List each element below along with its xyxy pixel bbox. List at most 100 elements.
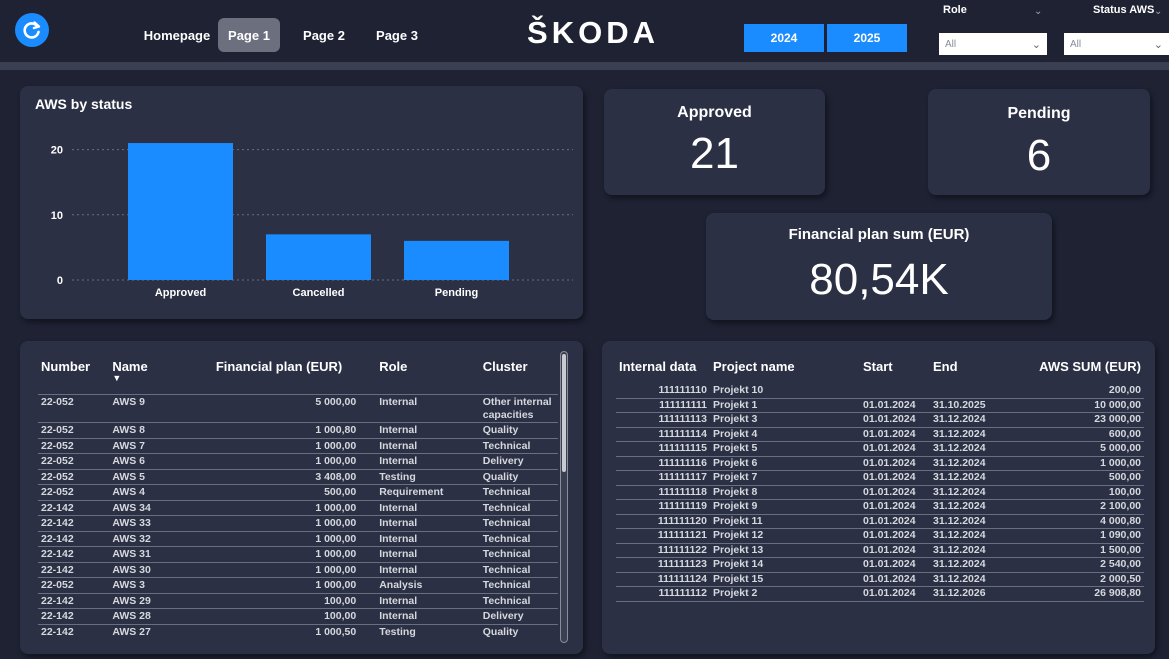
status-aws-filter-select[interactable]: All ⌄: [1064, 33, 1169, 55]
cell-name: AWS 34: [109, 499, 213, 516]
table-row[interactable]: 111111122 Projekt 13 01.01.2024 31.12.2024 1…: [616, 543, 1144, 558]
cell-internal-data: 111111122: [616, 543, 710, 558]
cell-cluster: Delivery: [479, 608, 558, 624]
column-header-name[interactable]: Name ▼: [109, 353, 213, 395]
nav-homepage[interactable]: Homepage: [142, 18, 212, 52]
cell-role: Internal: [376, 546, 480, 562]
cell-end: 31.12.2024: [930, 456, 1000, 471]
cell-number: 22-142: [38, 623, 110, 639]
table-row[interactable]: 22-142 AWS 27 1 000,50 Testing Quality: [38, 623, 558, 639]
aws-table-scrollbar[interactable]: [560, 351, 568, 643]
bar-pending[interactable]: [404, 240, 509, 280]
aws-by-status-chart: 0 10 20 Approved Cancelled Pending: [51, 143, 573, 299]
cell-cluster: Technical: [479, 577, 558, 593]
cell-role: Requirement: [376, 484, 480, 500]
cell-aws-sum: 2 000,50: [1000, 572, 1144, 587]
cell-cluster: Technical: [479, 592, 558, 609]
table-row[interactable]: 22-142 AWS 29 100,00 Internal Technical: [38, 592, 558, 609]
table-row[interactable]: 111111113 Projekt 3 01.01.2024 31.12.2024 23…: [616, 412, 1144, 428]
table-row[interactable]: 22-052 AWS 95 000,00 Internal Other interna…: [38, 394, 558, 423]
table-row[interactable]: 111111116 Projekt 6 01.01.2024 31.12.2024 1 …: [616, 456, 1144, 471]
table-row[interactable]: 111111121 Projekt 12 01.01.2024 31.12.2024 1…: [616, 528, 1144, 544]
cell-cluster: Technical: [479, 546, 558, 562]
refresh-button[interactable]: [15, 13, 49, 47]
column-header-start[interactable]: Start: [860, 353, 930, 384]
table-row[interactable]: 22-142 AWS 34 1 000,00 Internal Technical: [38, 499, 558, 516]
column-header-project-name[interactable]: Project name: [710, 353, 860, 384]
cell-end: 31.12.2024: [930, 412, 1000, 428]
cell-number: 22-142: [38, 530, 110, 547]
table-row[interactable]: 22-052 AWS 4 500,00 Requirement Technical: [38, 484, 558, 500]
bar-approved[interactable]: [128, 143, 233, 280]
table-row[interactable]: 111111114 Projekt 4 01.01.2024 31.12.2024 60…: [616, 427, 1144, 442]
column-header-aws-sum[interactable]: AWS SUM (EUR): [1000, 353, 1144, 384]
cell-end: 31.12.2024: [930, 572, 1000, 587]
sort-down-icon: ▼: [112, 373, 122, 383]
cell-name: AWS 5: [109, 468, 213, 485]
cell-role: Internal: [376, 422, 480, 438]
table-row[interactable]: 111111112 Projekt 2 01.01.2024 31.12.2026 26…: [616, 586, 1144, 602]
cell-role: Analysis: [376, 577, 480, 593]
cell-start: 01.01.2024: [860, 543, 930, 558]
table-row[interactable]: 22-142 AWS 32 1 000,00 Internal Technical: [38, 530, 558, 547]
cell-cluster: Quality: [479, 623, 558, 639]
table-row[interactable]: 111111120 Projekt 11 01.01.2024 31.12.2024 4…: [616, 514, 1144, 529]
cell-end: 31.12.2024: [930, 514, 1000, 529]
cell-cluster: Technical: [479, 499, 558, 516]
table-row[interactable]: 22-142 AWS 30 1 000,00 Internal Technical: [38, 561, 558, 578]
table-row[interactable]: 111111115 Projekt 5 01.01.2024 31.12.2024 5 …: [616, 441, 1144, 457]
table-row[interactable]: 22-052 AWS 71 000,00 Internal Technical: [38, 437, 558, 454]
cell-aws-sum: 500,00: [1000, 470, 1144, 486]
table-row[interactable]: 22-052 AWS 31 000,00 Analysis Technical: [38, 577, 558, 593]
year-2024-button[interactable]: 2024: [744, 24, 824, 52]
cell-aws-sum: 4 000,80: [1000, 514, 1144, 529]
table-row[interactable]: 111111123 Projekt 14 01.01.2024 31.12.2024 2…: [616, 557, 1144, 573]
nav-page-2[interactable]: Page 2: [294, 18, 354, 52]
nav-page-3[interactable]: Page 3: [368, 18, 426, 52]
table-row[interactable]: 111111117 Projekt 7 01.01.2024 31.12.2024 50…: [616, 470, 1144, 486]
table-row[interactable]: 22-142 AWS 31 1 000,00 Internal Technical: [38, 546, 558, 562]
column-header-financial-plan[interactable]: Financial plan (EUR): [213, 353, 376, 395]
column-header-end[interactable]: End: [930, 353, 1000, 384]
cell-start: [860, 384, 930, 399]
cell-internal-data: 111111124: [616, 572, 710, 587]
cell-project-name: Projekt 13: [710, 543, 860, 558]
column-header-internal-data[interactable]: Internal data: [616, 353, 710, 384]
column-header-number[interactable]: Number: [38, 353, 109, 395]
nav-page-1[interactable]: Page 1: [218, 18, 280, 52]
scrollbar-thumb[interactable]: [562, 354, 566, 472]
year-2025-button[interactable]: 2025: [827, 24, 907, 52]
top-bar: Homepage Page 1 Page 2 Page 3 ŠKODA 2024…: [0, 0, 1169, 62]
role-filter-label: Role: [943, 4, 967, 16]
cell-role: Testing: [376, 468, 480, 485]
table-row[interactable]: 111111119 Projekt 9 01.01.2024 31.12.2024 2 …: [616, 499, 1144, 515]
cell-number: 22-142: [38, 499, 110, 516]
column-header-cluster[interactable]: Cluster: [480, 353, 558, 395]
chevron-down-icon: ⌄: [1153, 38, 1163, 51]
table-row[interactable]: 111111110 Projekt 10 200,00: [616, 384, 1144, 399]
cell-financial-plan: 1 000,00: [212, 546, 377, 562]
table-row[interactable]: 22-052 AWS 61 000,00 Internal Delivery: [38, 453, 558, 469]
table-row[interactable]: 22-052 AWS 81 000,80 Internal Quality: [38, 422, 558, 438]
bar-cancelled[interactable]: [266, 234, 371, 280]
financial-plan-kpi-card: Financial plan sum (EUR) 80,54K: [706, 213, 1052, 320]
table-row[interactable]: 22-142 AWS 28 100,00 Internal Delivery: [38, 608, 558, 624]
table-row[interactable]: 111111118 Projekt 8 01.01.2024 31.12.2024 10…: [616, 485, 1144, 500]
table-row[interactable]: 22-052 AWS 53 408,00 Testing Quality: [38, 468, 558, 485]
cell-financial-plan: 5 000,00: [212, 394, 377, 423]
cell-financial-plan: 1 000,00: [212, 561, 377, 578]
project-table: Internal data Project name Start End AWS…: [616, 353, 1144, 602]
table-row[interactable]: 22-142 AWS 33 1 000,00 Internal Technical: [38, 515, 558, 531]
cell-role: Internal: [376, 453, 480, 469]
cell-start: 01.01.2024: [860, 586, 930, 602]
role-filter-select[interactable]: All ⌄: [939, 33, 1047, 55]
y-tick-label: 20: [51, 145, 63, 157]
cell-project-name: Projekt 3: [710, 412, 860, 428]
cell-end: 31.12.2024: [930, 557, 1000, 573]
cell-number: 22-052: [38, 453, 110, 469]
table-row[interactable]: 111111124 Projekt 15 01.01.2024 31.12.2024 2…: [616, 572, 1144, 587]
table-row[interactable]: 111111111 Projekt 1 01.01.2024 31.10.2025 10…: [616, 398, 1144, 413]
column-header-role[interactable]: Role: [376, 353, 480, 395]
cell-internal-data: 111111114: [616, 427, 710, 442]
role-filter-value: All: [945, 38, 957, 50]
